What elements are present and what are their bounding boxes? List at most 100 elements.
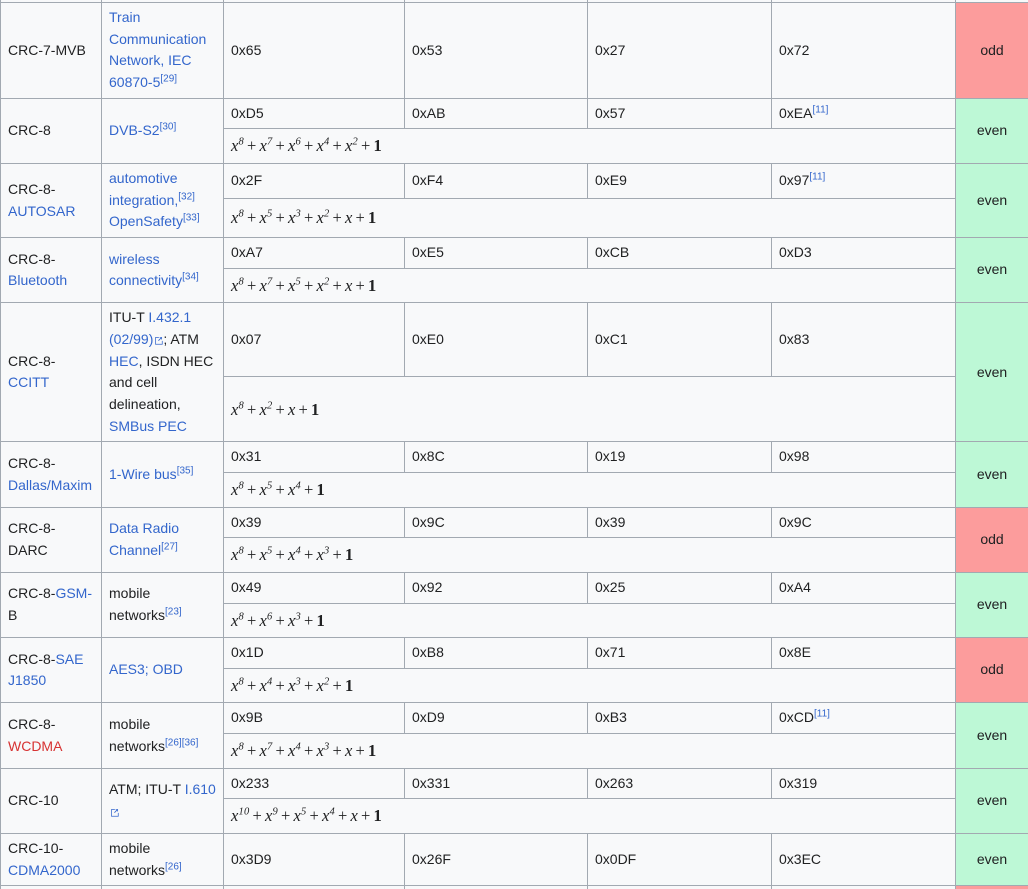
uses-link[interactable]: wireless connectivity	[109, 251, 182, 289]
poly-reversed: 0x8C	[405, 442, 588, 473]
crc-uses-cell: mobile networks[23]	[102, 572, 224, 637]
crc-catalogue-table: CRC-7-MVB Train Communication Network, I…	[0, 0, 1028, 889]
poly-normal: 0x31	[224, 442, 405, 473]
uses-link-smbus[interactable]: SMBus PEC	[109, 418, 187, 434]
poly-reversed-reciprocal: 0x9C	[772, 507, 956, 538]
reference-marker[interactable]: [33]	[183, 213, 200, 224]
crc-uses-cell: ITU-T I.432.1 (02/99); ATM HEC, ISDN HEC…	[102, 303, 224, 442]
poly-normal: 0x233	[224, 768, 405, 799]
crc-name-link[interactable]: CDMA2000	[8, 862, 80, 878]
uses-link[interactable]: automotive integration,	[109, 170, 178, 208]
poly-reversed-reciprocal: 0xD3	[772, 238, 956, 269]
crc-name-cell: CRC-8- AUTOSAR	[1, 164, 102, 238]
poly-reciprocal: 0x71	[588, 638, 772, 669]
crc-name-prefix: CRC-8-	[8, 716, 55, 732]
parity-cell: odd	[956, 638, 1028, 703]
crc-uses-cell: Train Communication Network, IEC 60870-5…	[102, 3, 224, 99]
crc-name-cell: CRC-8-GSM-B	[1, 572, 102, 637]
poly-reciprocal: 0x25	[588, 572, 772, 603]
crc-name-link[interactable]: WCDMA	[8, 738, 62, 754]
parity-cell: even	[956, 768, 1028, 833]
poly-reversed-reciprocal: 0x72	[772, 3, 956, 99]
reference-marker[interactable]: [34]	[182, 272, 199, 283]
reference-marker[interactable]: [11]	[814, 709, 830, 720]
reference-marker[interactable]: [32]	[178, 191, 195, 202]
uses-link[interactable]: 1-Wire bus	[109, 466, 177, 482]
parity-cell: even	[956, 703, 1028, 768]
reference-marker[interactable]: [27]	[161, 541, 178, 552]
uses-external-link[interactable]: I.610	[185, 781, 216, 797]
reference-marker[interactable]: [26]	[165, 861, 182, 872]
math-formula: x8+x5+x3+x2+x+1	[231, 208, 377, 227]
uses-link-hec[interactable]: HEC	[109, 353, 139, 369]
crc-uses-cell: DVB-S2[30]	[102, 98, 224, 163]
poly-reversed-reciprocal: 0xEA[11]	[772, 98, 956, 129]
table-row: CRC-8-AUTOSAR automotive integration,[32…	[1, 164, 1028, 199]
crc-name-prefix: CRC-10-	[8, 840, 63, 856]
reference-marker[interactable]: [11]	[809, 171, 825, 182]
poly-normal: 0x9B	[224, 703, 405, 734]
math-formula: x8+x7+x6+x4+x2+1	[231, 136, 382, 155]
table-row: CRC-8-DARC Data Radio Channel[27] 0x39 0…	[1, 507, 1028, 538]
uses-text: mobile networks	[109, 716, 165, 754]
crc-name-text: CRC-7-MVB	[8, 42, 86, 58]
crc-uses-cell: Data Radio Channel[27]	[102, 507, 224, 572]
reference-marker[interactable]: [29]	[160, 73, 177, 84]
crc-name-link[interactable]: GSM-	[55, 585, 92, 601]
poly-normal: 0x39	[224, 507, 405, 538]
poly-reciprocal: 0x0DF	[588, 833, 772, 885]
table-row: CRC-8-SAE J1850 AES3; OBD 0x1D 0xB8 0x71…	[1, 638, 1028, 669]
math-formula: x8+x2+x+1	[231, 400, 320, 419]
reference-marker[interactable]: [26]	[165, 737, 182, 748]
poly-normal: 0x2F	[224, 164, 405, 199]
reference-marker[interactable]: [11]	[812, 104, 828, 115]
table-row: CRC-8 DVB-S2[30] 0xD5 0xAB 0x57 0xEA[11]…	[1, 98, 1028, 129]
uses-link[interactable]: Data Radio Channel	[109, 520, 179, 558]
polynomial-expression: x8+x2+x+1	[224, 377, 956, 442]
poly-reversed-reciprocal: 0x319	[772, 768, 956, 799]
crc-uses-cell: mobile networks[26]	[102, 833, 224, 885]
uses-text: mobile networks	[109, 585, 165, 623]
poly-reversed-reciprocal: 0x8E	[772, 638, 956, 669]
crc-name-prefix: CRC-8-	[8, 585, 55, 601]
uses-link[interactable]: DVB-S2	[109, 122, 160, 138]
polynomial-expression: x10+x9+x5+x4+x+1	[224, 799, 956, 834]
reference-marker[interactable]: [35]	[177, 465, 194, 476]
poly-reversed-reciprocal: 0x97[11]	[772, 164, 956, 199]
poly-normal: 0x49	[224, 572, 405, 603]
crc-name-link[interactable]: AUTOSAR	[8, 203, 75, 219]
parity-cell: odd	[956, 3, 1028, 99]
poly-reciprocal: 0x27	[588, 3, 772, 99]
crc-name-prefix: CRC-8-	[8, 455, 55, 471]
poly-reversed: 0xE5	[405, 238, 588, 269]
crc-name-cell: CRC-8-DARC	[1, 507, 102, 572]
table-row: CRC-8-CCITT ITU-T I.432.1 (02/99); ATM H…	[1, 303, 1028, 377]
uses-link[interactable]: AES3; OBD	[109, 661, 183, 677]
poly-reversed-reciprocal: 0x98	[772, 442, 956, 473]
reference-marker[interactable]: [23]	[165, 606, 182, 617]
parity-cell: even	[956, 303, 1028, 442]
crc-uses-cell: wireless connectivity[34]	[102, 238, 224, 303]
crc-name-prefix: CRC-8-	[8, 181, 55, 197]
crc-name-link[interactable]: Bluetooth	[8, 272, 67, 288]
crc-name-prefix: CRC-8-	[8, 353, 55, 369]
poly-reciprocal: 0x57	[588, 98, 772, 129]
crc-name-cell: CRC-8-SAE J1850	[1, 638, 102, 703]
crc-name-link[interactable]: CCITT	[8, 374, 49, 390]
polynomial-expression: x8+x7+x4+x3+x+1	[224, 734, 956, 769]
uses-link[interactable]: Train Communication Network, IEC 60870-5	[109, 9, 206, 90]
math-formula: x8+x6+x3+1	[231, 611, 325, 630]
table-row: CRC-8-Bluetooth wireless connectivity[34…	[1, 238, 1028, 269]
reference-marker-2[interactable]: [36]	[182, 737, 199, 748]
poly-reciprocal: 0xB3	[588, 703, 772, 734]
crc-name-text: CRC-8	[8, 122, 51, 138]
crc-uses-cell: automotive integration,[32] OpenSafety[3…	[102, 164, 224, 238]
uses-link-2[interactable]: OpenSafety	[109, 213, 183, 229]
reference-marker[interactable]: [30]	[160, 121, 177, 132]
crc-name-cell: CRC-8-Bluetooth	[1, 238, 102, 303]
crc-name-link[interactable]: Dallas/Maxim	[8, 477, 92, 493]
poly-reciprocal: 0x19	[588, 442, 772, 473]
crc-name-cell: CRC-8	[1, 98, 102, 163]
poly-reversed: 0xAB	[405, 98, 588, 129]
poly-reversed: 0xD9	[405, 703, 588, 734]
